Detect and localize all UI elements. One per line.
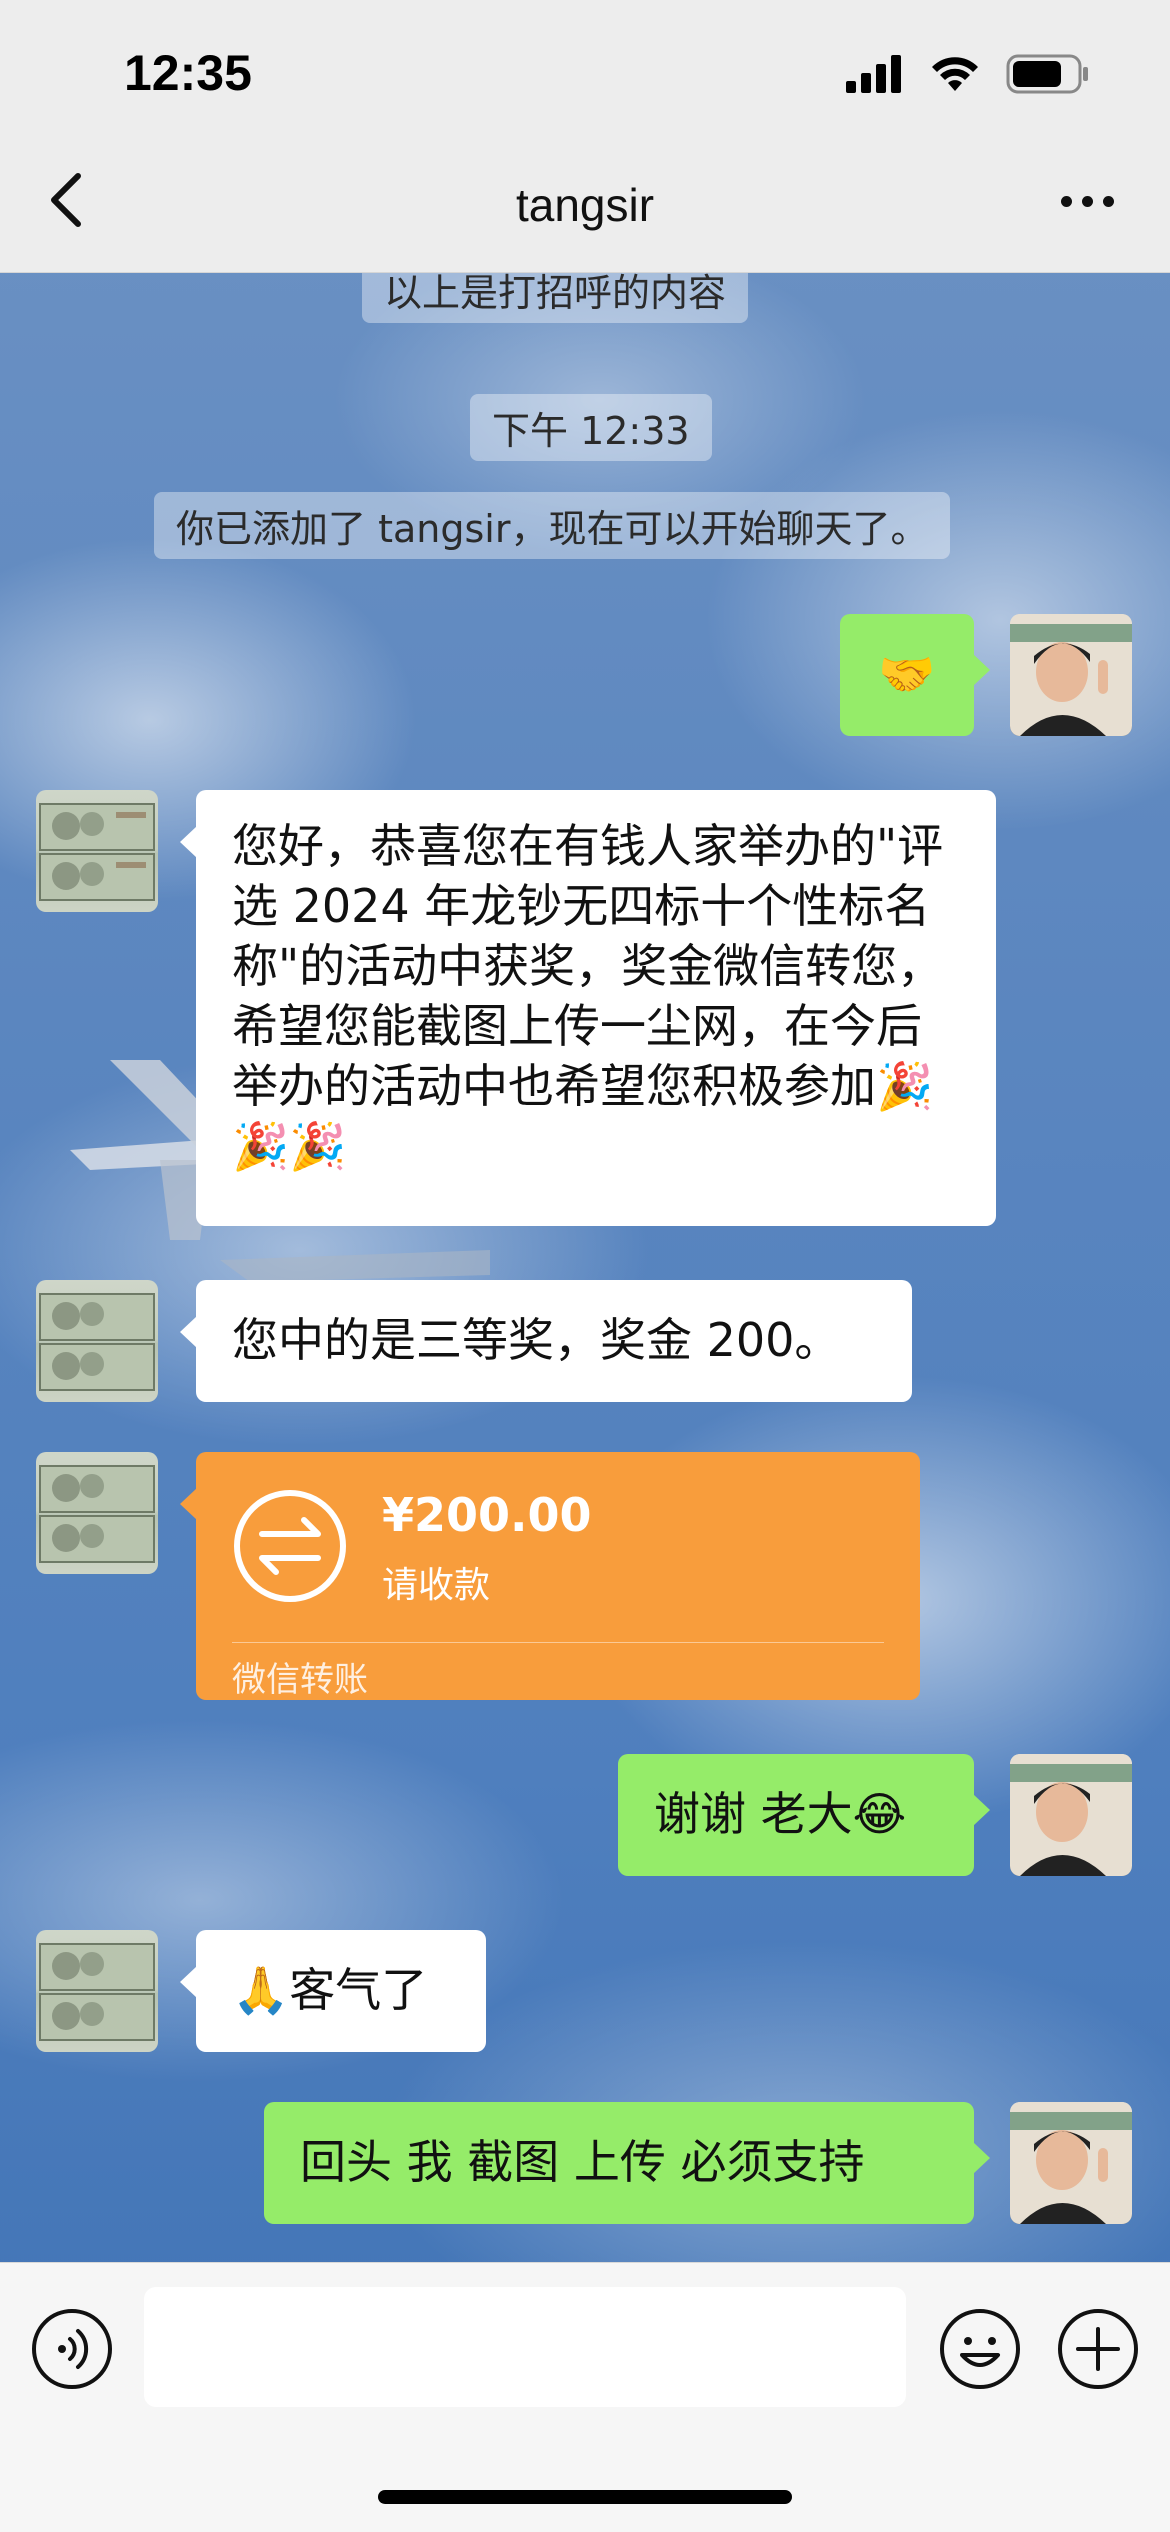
timestamp-label: 下午 12:33 [470, 394, 712, 461]
navigation-header: 12:35 tangsir [0, 0, 1170, 273]
banknote-image-icon [39, 803, 155, 901]
signal-icon [846, 55, 901, 93]
contact-message-bubble[interactable]: 您中的是三等奖，奖金 200。 [180, 1280, 912, 1402]
home-indicator[interactable] [378, 2490, 792, 2504]
message-text: 您中的是三等奖，奖金 200。 [232, 1313, 841, 1367]
transfer-divider [232, 1642, 884, 1643]
contact-avatar[interactable] [36, 1930, 158, 2052]
message-text-input[interactable] [144, 2287, 906, 2407]
status-time: 12:35 [124, 45, 252, 101]
person-portrait-icon [1010, 1754, 1132, 1876]
status-icons [846, 54, 1090, 94]
message-text: 您好，恭喜您在有钱人家举办的"评选 2024 年龙钞无四标十个性标名称"的活动中… [232, 819, 944, 1173]
wechat-transfer-card[interactable]: ¥200.00 请收款 微信转账 [180, 1452, 920, 1700]
transfer-amount: ¥200.00 [382, 1488, 592, 1542]
contact-message-bubble[interactable]: 您好，恭喜您在有钱人家举办的"评选 2024 年龙钞无四标十个性标名称"的活动中… [180, 790, 996, 1226]
contact-avatar[interactable] [36, 790, 158, 912]
self-message-bubble[interactable]: 谢谢 老大😂 [618, 1754, 990, 1876]
transfer-arrows-icon [234, 1490, 346, 1602]
self-avatar[interactable] [1010, 1754, 1132, 1876]
dot [1061, 196, 1072, 207]
plus-icon[interactable] [1056, 2307, 1140, 2391]
banknote-image-icon [39, 1293, 155, 1391]
banknote-image-icon [39, 1943, 155, 2041]
message-text: 🤝 [878, 647, 936, 701]
wifi-icon [932, 57, 978, 91]
chat-title: tangsir [515, 179, 655, 231]
transfer-status: 请收款 [382, 1565, 491, 1606]
banknote-image-icon [39, 1465, 155, 1563]
emoji-icon[interactable] [938, 2307, 1022, 2391]
more-dots-icon[interactable] [1061, 196, 1114, 207]
person-portrait-icon [1010, 614, 1132, 736]
battery-icon [1006, 54, 1088, 94]
transfer-source-label: 微信转账 [232, 1660, 368, 1700]
contact-message-bubble[interactable]: 🙏客气了 [180, 1930, 486, 2052]
message-text: 谢谢 老大😂 [654, 1787, 907, 1841]
contact-avatar[interactable] [36, 1452, 158, 1574]
message-text: 🙏客气了 [232, 1963, 428, 2017]
self-message-bubble[interactable]: 🤝 [840, 614, 990, 736]
dot [1082, 196, 1093, 207]
voice-icon[interactable] [30, 2307, 114, 2391]
message-text: 回头 我 截图 上传 必须支持 [300, 2135, 865, 2189]
person-portrait-icon [1010, 2102, 1132, 2224]
self-avatar[interactable] [1010, 2102, 1132, 2224]
dot [1103, 196, 1114, 207]
chat-screen: 12:35 tangsir 以上是打招呼的内容 下午 12:33 你已添加了 t… [0, 0, 1170, 2532]
self-avatar[interactable] [1010, 614, 1132, 736]
contact-avatar[interactable] [36, 1280, 158, 1402]
added-contact-notice: 你已添加了 tangsir，现在可以开始聊天了。 [154, 492, 951, 559]
self-message-bubble[interactable]: 回头 我 截图 上传 必须支持 [264, 2102, 990, 2224]
